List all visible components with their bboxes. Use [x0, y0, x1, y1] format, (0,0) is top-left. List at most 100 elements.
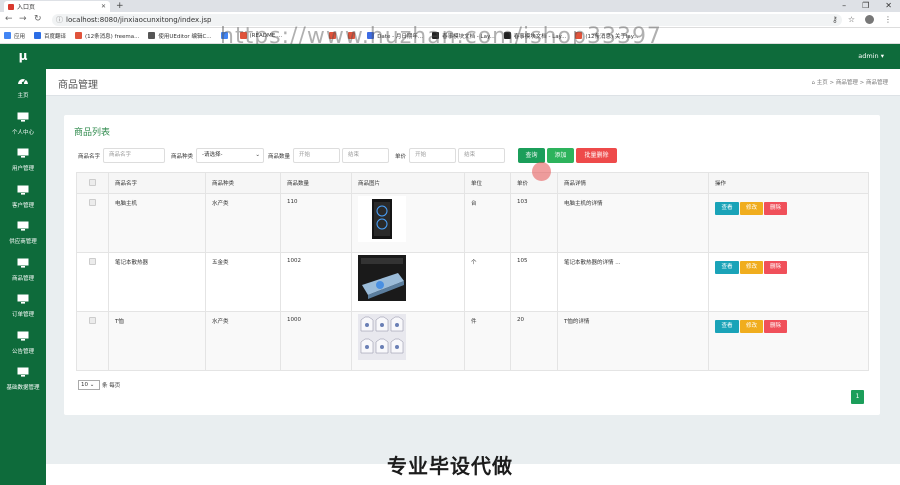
bookmark-item[interactable] — [310, 32, 320, 39]
batch-delete-button[interactable]: 批量删除 — [576, 148, 618, 163]
breadcrumb-section[interactable]: 商品管理 — [836, 80, 858, 86]
cell-actions: 查看 修改 删除 — [708, 252, 869, 312]
key-icon[interactable]: ⚷ — [832, 15, 838, 24]
qty-end-input[interactable]: 结束 — [342, 148, 390, 163]
url-input[interactable]: ⓘ localhost:8080/jinxiaocunxitong/index.… — [52, 14, 842, 26]
sidebar-item[interactable]: 用户管理 — [0, 142, 46, 179]
star-icon[interactable]: ☆ — [848, 15, 855, 24]
bookmark-label: 应用 — [14, 33, 26, 40]
cell-qty: 1000 — [280, 311, 352, 371]
sidebar-item[interactable]: 主页 — [0, 69, 46, 106]
sidebar-item[interactable]: 基础数据管理 — [0, 361, 46, 398]
view-button[interactable]: 查看 — [715, 320, 739, 333]
qty-start-input[interactable]: 开始 — [293, 148, 341, 163]
reload-icon[interactable]: ↻ — [34, 14, 42, 24]
menu-icon[interactable]: ⋮ — [884, 15, 892, 24]
bookmark-favicon-icon — [291, 32, 299, 39]
bookmark-item[interactable] — [291, 32, 301, 39]
sidebar-item-label: 订单管理 — [11, 312, 34, 319]
app-logo[interactable]: μ — [0, 44, 46, 69]
sidebar-item[interactable]: 客户管理 — [0, 179, 46, 216]
cell-qty-text: 1002 — [287, 258, 301, 264]
filter-qty-label: 商品数量 — [268, 153, 291, 160]
cell-price: 105 — [510, 252, 558, 312]
user-menu[interactable]: admin ▾ — [858, 44, 884, 69]
cell-unit: 个 — [464, 252, 511, 312]
mouse-click-indicator — [532, 162, 551, 181]
bookmark-item[interactable]: 春事模块文档 - Lay... — [503, 32, 566, 40]
breadcrumb-home[interactable]: 主页 — [817, 80, 828, 86]
app-topbar — [0, 44, 900, 69]
url-text: localhost:8080/jinxiaocunxitong/index.js… — [66, 16, 212, 24]
select-all-checkbox[interactable] — [89, 178, 96, 186]
delete-button[interactable]: 删除 — [764, 202, 787, 215]
product-table: 商品名字 商品种类 商品数量 商品图片 单位 单价 商品详情 操作 电脑主机 水产… — [76, 172, 869, 371]
bookmark-item[interactable] — [329, 32, 339, 39]
back-icon[interactable]: ← — [5, 14, 13, 24]
browser-tab[interactable]: 入口页 ✕ — [4, 1, 110, 12]
row-checkbox[interactable] — [89, 317, 96, 324]
bookmark-item[interactable]: (12条消息) 关于lay... — [575, 32, 639, 40]
row-checkbox-cell — [76, 193, 109, 253]
bookmark-favicon-icon — [148, 32, 156, 39]
row-checkbox[interactable] — [89, 258, 96, 265]
forward-icon[interactable]: → — [19, 14, 27, 24]
address-bar-row: ← → ↻ ⓘ localhost:8080/jinxiaocunxitong/… — [0, 12, 900, 28]
delete-button[interactable]: 删除 — [764, 261, 787, 274]
bookmark-item[interactable]: Date - 月日期年... — [367, 32, 423, 40]
cell-unit-text: 台 — [471, 201, 477, 207]
sidebar-item[interactable]: 公告管理 — [0, 325, 46, 362]
cell-price: 103 — [510, 193, 558, 253]
bookmark-item[interactable]: 春事模块文档 - Lay... — [432, 32, 495, 40]
bookmark-item[interactable]: 应用 — [4, 32, 25, 40]
cell-price-text: 105 — [517, 258, 528, 264]
bookmark-label: (README ... — [249, 32, 283, 39]
view-button[interactable]: 查看 — [715, 202, 739, 215]
type-select[interactable]: -请选择- ⌄ — [196, 148, 265, 163]
monitor-icon — [17, 367, 29, 383]
bookmark-item[interactable]: 使用UEditor 编辑C... — [148, 32, 212, 40]
filter-price-label: 单价 — [395, 153, 407, 160]
sidebar-item[interactable]: 订单管理 — [0, 288, 46, 325]
close-window-icon[interactable]: ✕ — [885, 0, 892, 12]
edit-button[interactable]: 修改 — [740, 202, 763, 215]
cell-name: 电脑主机 — [108, 193, 206, 253]
tab-favicon-icon — [8, 3, 14, 10]
edit-button[interactable]: 修改 — [740, 320, 763, 333]
monitor-icon — [17, 221, 29, 237]
site-info-icon[interactable]: ⓘ — [56, 14, 63, 26]
table-row: 电脑主机 水产类 110 台 103 电脑主机的详情 查看 修改 删除 — [76, 193, 869, 253]
bookmark-item[interactable] — [220, 32, 231, 39]
minimize-icon[interactable]: – — [842, 0, 846, 12]
home-icon: ⌂ — [811, 80, 815, 86]
delete-button[interactable]: 删除 — [764, 320, 787, 333]
bookmark-label: Date - 月日期年... — [377, 33, 424, 40]
bookmark-item[interactable] — [348, 32, 358, 39]
profile-avatar[interactable] — [865, 15, 874, 24]
select-all-cell — [76, 172, 109, 194]
view-button[interactable]: 查看 — [715, 261, 739, 274]
maximize-icon[interactable]: ❐ — [862, 0, 869, 12]
tab-close-icon[interactable]: ✕ — [101, 3, 106, 10]
row-checkbox[interactable] — [89, 199, 96, 206]
bookmark-item[interactable]: (12条消息) freema... — [75, 32, 139, 40]
page-number-button[interactable]: 1 — [851, 390, 864, 404]
col-unit: 单位 — [464, 172, 511, 194]
edit-button[interactable]: 修改 — [740, 261, 763, 274]
bookmark-item[interactable]: (README ... — [239, 32, 283, 39]
sidebar-item[interactable]: 商品管理 — [0, 252, 46, 289]
add-button[interactable]: 添加 — [547, 148, 575, 163]
new-tab-icon[interactable]: + — [116, 1, 124, 11]
col-image: 商品图片 — [351, 172, 465, 194]
sidebar-item[interactable]: 个人中心 — [0, 106, 46, 143]
sidebar-item[interactable]: 供应商管理 — [0, 215, 46, 252]
bookmark-favicon-icon — [503, 32, 511, 39]
bookmark-item[interactable]: 百度翻译 — [34, 32, 66, 40]
search-button[interactable]: 查询 — [518, 148, 546, 163]
bookmark-label: (12条消息) 关于lay... — [585, 33, 639, 40]
price-start-input[interactable]: 开始 — [409, 148, 457, 163]
page-size-select[interactable]: 10 ⌄ — [78, 380, 100, 390]
price-end-input[interactable]: 结束 — [458, 148, 506, 163]
monitor-icon — [17, 112, 29, 128]
name-search-input[interactable]: 商品名字 — [103, 148, 166, 163]
